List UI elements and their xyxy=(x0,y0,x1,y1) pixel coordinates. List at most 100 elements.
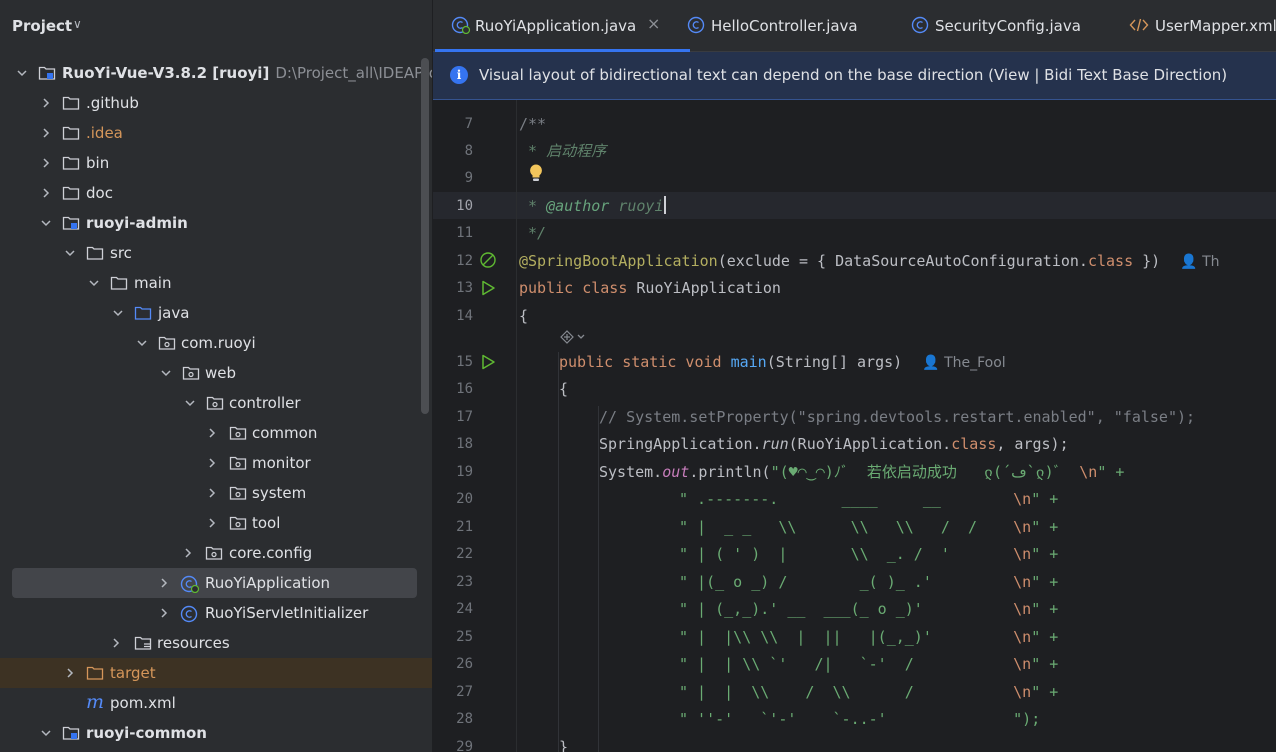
code-token: @author xyxy=(546,197,610,215)
folder-icon xyxy=(62,185,80,201)
chevron-down-icon[interactable] xyxy=(16,67,28,79)
tree-item-controller[interactable]: controller xyxy=(0,388,432,418)
tree-item-doc[interactable]: doc xyxy=(0,178,432,208)
chevron-right-icon[interactable] xyxy=(40,97,52,109)
chevron-down-icon[interactable] xyxy=(160,367,172,379)
chevron-down-icon[interactable] xyxy=(184,397,196,409)
chevron-right-icon[interactable] xyxy=(110,637,122,649)
tree-item-tool[interactable]: tool xyxy=(0,508,432,538)
class-icon xyxy=(687,16,705,38)
tree-item-label: ruoyi-admin xyxy=(86,214,188,232)
chevron-down-icon[interactable] xyxy=(40,217,52,229)
chevron-right-icon[interactable] xyxy=(206,457,218,469)
line-number: 28 xyxy=(456,711,473,727)
project-path: D:\Project_all\IDEAProjects xyxy=(275,64,432,82)
code-token: " | _ _ \\ \\ \\ / / xyxy=(679,518,1014,536)
line-number: 25 xyxy=(456,629,473,645)
package-icon xyxy=(229,485,247,501)
code-line: SpringApplication.run(RuoYiApplication.c… xyxy=(599,434,1069,454)
chevron-down-icon[interactable] xyxy=(40,727,52,739)
tree-item-root-project[interactable]: RuoYi-Vue-V3.8.2 [ruoyi] D:\Project_all\I… xyxy=(0,58,432,88)
chevron-right-icon[interactable] xyxy=(40,127,52,139)
chevron-down-icon[interactable] xyxy=(136,337,148,349)
line-number: 22 xyxy=(456,546,473,562)
chevron-right-icon[interactable] xyxy=(158,577,170,589)
chevron-right-icon[interactable] xyxy=(64,667,76,679)
tree-item-bin[interactable]: bin xyxy=(0,148,432,178)
run-icon[interactable] xyxy=(479,279,497,301)
code-token: " | (_,_).' __ ___(_ o _)' xyxy=(679,600,1014,618)
tree-item-system[interactable]: system xyxy=(0,478,432,508)
code-token: (RuoYiApplication. xyxy=(788,435,952,453)
line-number: 20 xyxy=(456,491,473,507)
chevron-right-icon[interactable] xyxy=(40,187,52,199)
spring-boot-class-icon xyxy=(451,16,471,38)
code-token: " .-------. ____ __ xyxy=(679,490,1014,508)
tree-item-label: RuoYiServletInitializer xyxy=(205,604,369,622)
tree-item-idea[interactable]: .idea xyxy=(0,118,432,148)
tree-item-web[interactable]: web xyxy=(0,358,432,388)
chevron-right-icon[interactable] xyxy=(182,547,194,559)
code-token: class xyxy=(1087,252,1134,270)
tree-item-main[interactable]: main xyxy=(0,268,432,298)
tree-item-target[interactable]: target xyxy=(0,658,432,688)
code-token: public static void xyxy=(559,353,722,371)
spring-bean-icon[interactable] xyxy=(479,251,497,273)
info-icon: i xyxy=(450,66,468,84)
tree-item-ruoyi-admin[interactable]: ruoyi-admin xyxy=(0,208,432,238)
tree-item-ruoyi-application[interactable]: RuoYiApplication xyxy=(0,568,432,598)
project-panel-title[interactable]: Project xyxy=(12,17,72,35)
chevron-down-icon[interactable] xyxy=(112,307,124,319)
notification-text[interactable]: Visual layout of bidirectional text can … xyxy=(479,66,1227,84)
tree-item-ruoyi-servlet-initializer[interactable]: RuoYiServletInitializer xyxy=(0,598,432,628)
code-token: " ''-' `'-' `-..-' xyxy=(679,710,1014,728)
tree-item-core-config[interactable]: core.config xyxy=(0,538,432,568)
class-icon xyxy=(180,605,198,623)
chevron-down-icon[interactable] xyxy=(64,247,76,259)
chevron-right-icon[interactable] xyxy=(158,607,170,619)
folder-icon xyxy=(86,245,104,261)
author-hint[interactable]: 👤 The_Fool xyxy=(922,355,1006,371)
line-number: 21 xyxy=(456,519,473,535)
chevron-right-icon[interactable] xyxy=(40,157,52,169)
line-number: 14 xyxy=(456,308,473,324)
text-caret xyxy=(663,196,666,214)
code-token: }) xyxy=(1133,252,1161,270)
tree-item-pom-xml[interactable]: m pom.xml xyxy=(0,688,432,718)
close-icon[interactable]: × xyxy=(647,14,660,33)
tree-item-resources[interactable]: resources xyxy=(0,628,432,658)
lightbulb-icon[interactable] xyxy=(527,163,545,188)
run-icon[interactable] xyxy=(479,353,497,375)
tree-item-github[interactable]: .github xyxy=(0,88,432,118)
code-line: { xyxy=(519,307,529,325)
chevron-right-icon[interactable] xyxy=(206,517,218,529)
tab-label: SecurityConfig.java xyxy=(935,17,1081,35)
code-token: " + xyxy=(1031,683,1059,701)
chevron-right-icon[interactable] xyxy=(206,427,218,439)
tree-item-common[interactable]: common xyxy=(0,418,432,448)
code-line: { xyxy=(559,380,569,398)
chevron-right-icon[interactable] xyxy=(206,487,218,499)
bidi-notification-banner: i Visual layout of bidirectional text ca… xyxy=(433,52,1276,100)
package-icon xyxy=(229,425,247,441)
tree-item-ruoyi-common[interactable]: ruoyi-common xyxy=(0,718,432,748)
person-icon: 👤 xyxy=(922,355,940,371)
code-line: " | | \\ / \\ / \n" + xyxy=(679,682,1058,702)
tree-item-label: target xyxy=(110,664,156,682)
tree-item-src[interactable]: src xyxy=(0,238,432,268)
tree-item-com-ruoyi[interactable]: com.ruoyi xyxy=(0,328,432,358)
code-token: (String[] args) xyxy=(766,353,903,371)
project-tree-scrollbar[interactable] xyxy=(421,58,429,414)
code-token: " |(_ o _) / _( )_ .' xyxy=(679,573,1014,591)
editor-tab-bar: RuoYiApplication.java × HelloController.… xyxy=(433,0,1276,52)
chevron-down-icon[interactable]: ∨ xyxy=(73,17,82,31)
ai-assistant-icon[interactable] xyxy=(558,328,588,351)
code-token: " + xyxy=(1031,600,1059,618)
tree-item-monitor[interactable]: monitor xyxy=(0,448,432,478)
line-number: 7 xyxy=(464,116,473,132)
chevron-down-icon[interactable] xyxy=(88,277,100,289)
code-token: (exclude = { DataSourceAutoConfiguration… xyxy=(717,252,1088,270)
code-editor[interactable]: 7 8 9 10 11 12 13 14 15 16 17 18 19 20 2… xyxy=(433,100,1276,752)
author-hint[interactable]: 👤 Th xyxy=(1180,254,1219,270)
tree-item-java[interactable]: java xyxy=(0,298,432,328)
